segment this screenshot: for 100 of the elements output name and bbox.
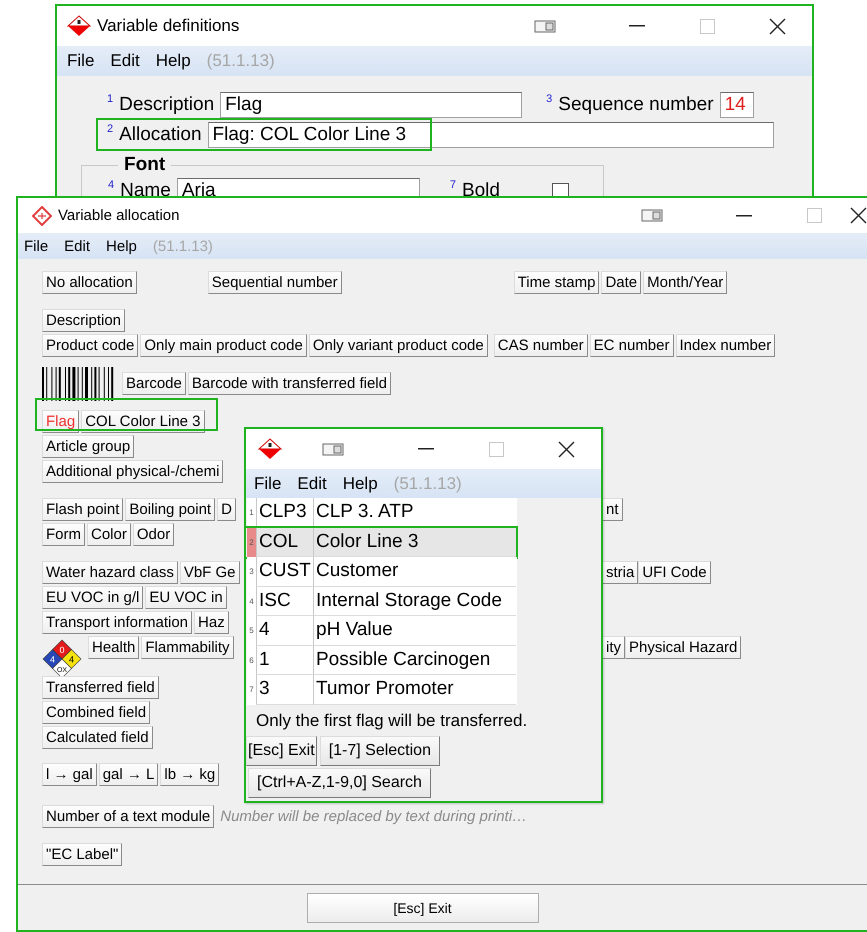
field-label: Allocation — [119, 124, 202, 146]
allocation-button[interactable]: Date — [601, 271, 642, 294]
menu-item[interactable]: Edit — [64, 238, 90, 254]
menu-item[interactable]: Help — [342, 474, 378, 494]
allocation-button[interactable]: Color — [87, 523, 131, 546]
flag-row[interactable]: 1 CLP3 CLP 3. ATP — [247, 498, 517, 528]
allocation-button[interactable]: Barcode with transferred field — [188, 372, 391, 395]
menu-item[interactable]: File — [67, 51, 94, 71]
allocation-button[interactable]: EU VOC in g/l — [42, 586, 144, 609]
allocation-button[interactable]: Flag — [42, 410, 80, 433]
field-label: Bold — [462, 180, 500, 196]
allocation-button[interactable]: Transferred field — [42, 676, 159, 699]
allocation-button[interactable]: Physical Hazard — [625, 636, 742, 659]
table-cell: Tumor Promoter — [313, 675, 516, 704]
text-field[interactable]: Flag — [220, 92, 522, 118]
menu-item[interactable]: Edit — [110, 51, 140, 71]
app-logo-icon — [258, 438, 282, 460]
allocation-button[interactable]: Calculated field — [42, 726, 153, 749]
allocation-button[interactable]: Barcode — [122, 372, 186, 395]
row-number: 2 — [247, 528, 256, 557]
row-number: 3 — [248, 566, 255, 578]
field-label: Sequence number — [558, 94, 714, 116]
allocation-button[interactable]: Month/Year — [643, 271, 728, 294]
dialog-button[interactable]: [Ctrl+A-Z,1-9,0] Search — [248, 768, 431, 798]
text-field[interactable]: Flag: COL Color Line 3 — [208, 122, 774, 148]
allocation-button[interactable]: Time stamp — [514, 271, 600, 294]
menu-item[interactable]: Help — [106, 238, 137, 254]
text-field[interactable]: 14 — [720, 92, 754, 118]
menu-item[interactable]: Edit — [297, 474, 327, 494]
field-number: 2 — [107, 123, 114, 135]
allocation-button[interactable]: Only main product code — [140, 334, 307, 357]
allocation-button[interactable]: Flammability — [141, 636, 234, 659]
allocation-button[interactable]: Flash point — [42, 498, 124, 521]
field-number: 1 — [107, 93, 114, 105]
allocation-button[interactable]: Health — [88, 636, 140, 659]
version-label: (51.1.13) — [394, 474, 462, 494]
allocation-button[interactable]: nt — [602, 498, 623, 521]
allocation-button[interactable]: ity — [602, 636, 625, 659]
field-number: 3 — [546, 93, 552, 105]
field-label: Name — [120, 180, 171, 196]
allocation-button[interactable]: "EC Label" — [42, 843, 122, 866]
allocation-button[interactable]: Number of a text module — [42, 805, 214, 828]
flag-row[interactable]: 6 1 Possible Carcinogen — [247, 646, 517, 675]
allocation-button[interactable]: Combined field — [42, 701, 150, 724]
window-mode-icon[interactable] — [322, 442, 344, 456]
checkbox[interactable] — [552, 182, 569, 196]
allocation-button[interactable]: EU VOC in — [145, 586, 227, 609]
exit-button[interactable]: [Esc] Exit — [306, 893, 538, 923]
allocation-button[interactable]: Sequential number — [208, 271, 342, 294]
allocation-button[interactable]: Form — [42, 523, 85, 546]
allocation-button[interactable]: D — [217, 498, 236, 521]
hint-text: Number will be replaced by text during printi… — [220, 807, 528, 827]
dialog-button[interactable]: [Esc] Exit — [246, 736, 317, 766]
allocation-button[interactable]: COL Color Line 3 — [81, 410, 205, 433]
app-logo-icon — [32, 206, 52, 226]
note-text: Only the first flag will be transferred. — [256, 710, 528, 732]
close-icon[interactable] — [768, 18, 786, 34]
close-icon[interactable] — [558, 440, 574, 458]
minimize-icon[interactable] — [418, 448, 434, 450]
allocation-button[interactable]: Product code — [42, 334, 138, 357]
allocation-button[interactable]: Water hazard class — [42, 561, 178, 584]
allocation-button[interactable]: gal → L — [98, 763, 158, 786]
flag-row[interactable]: 7 3 Tumor Promoter — [247, 675, 517, 704]
window-mode-icon[interactable] — [534, 20, 556, 32]
row-number: 5 — [248, 625, 255, 638]
flag-row[interactable]: 2 COL Color Line 3 — [247, 528, 517, 557]
menu-item[interactable]: File — [24, 238, 48, 254]
allocation-button[interactable]: UFI Code — [638, 561, 711, 584]
allocation-button[interactable]: Transport information — [42, 611, 192, 634]
allocation-button[interactable]: Article group — [42, 435, 134, 458]
text-field[interactable]: Aria — [176, 178, 420, 196]
close-icon[interactable] — [850, 207, 866, 224]
dialog-button[interactable]: [1-7] Selection — [320, 736, 440, 766]
allocation-button[interactable]: Haz — [194, 611, 229, 634]
allocation-button[interactable]: Odor — [132, 523, 174, 546]
allocation-button[interactable]: l → gal — [42, 763, 97, 786]
minimize-icon[interactable] — [629, 25, 645, 27]
app-logo-icon — [67, 15, 91, 37]
allocation-button[interactable]: CAS number — [494, 334, 588, 357]
menu-item[interactable]: Help — [156, 51, 191, 71]
flag-row[interactable]: 3 CUST Customer — [247, 557, 517, 586]
field-label: Description — [119, 94, 214, 116]
allocation-button[interactable]: lb → kg — [160, 763, 220, 786]
window-title: Variable allocation — [58, 207, 180, 224]
minimize-icon[interactable] — [736, 214, 752, 216]
flag-row[interactable]: 5 4 pH Value — [247, 616, 517, 646]
flag-row[interactable]: 4 ISC Internal Storage Code — [247, 586, 517, 616]
row-number: 6 — [248, 654, 255, 667]
allocation-button[interactable]: Additional physical-/chemi — [42, 460, 224, 483]
allocation-button[interactable]: No allocation — [42, 271, 137, 294]
menu-item[interactable]: File — [254, 474, 282, 494]
allocation-button[interactable]: Description — [42, 309, 126, 332]
allocation-button[interactable]: Only variant product code — [308, 334, 488, 357]
window-mode-icon[interactable] — [641, 209, 663, 222]
allocation-button[interactable]: EC number — [590, 334, 674, 357]
table-cell: 3 — [256, 675, 313, 704]
allocation-button[interactable]: VbF Ge — [180, 561, 240, 584]
allocation-button[interactable]: stria — [602, 561, 638, 584]
allocation-button[interactable]: Boiling point — [125, 498, 216, 521]
allocation-button[interactable]: Index number — [676, 334, 776, 357]
